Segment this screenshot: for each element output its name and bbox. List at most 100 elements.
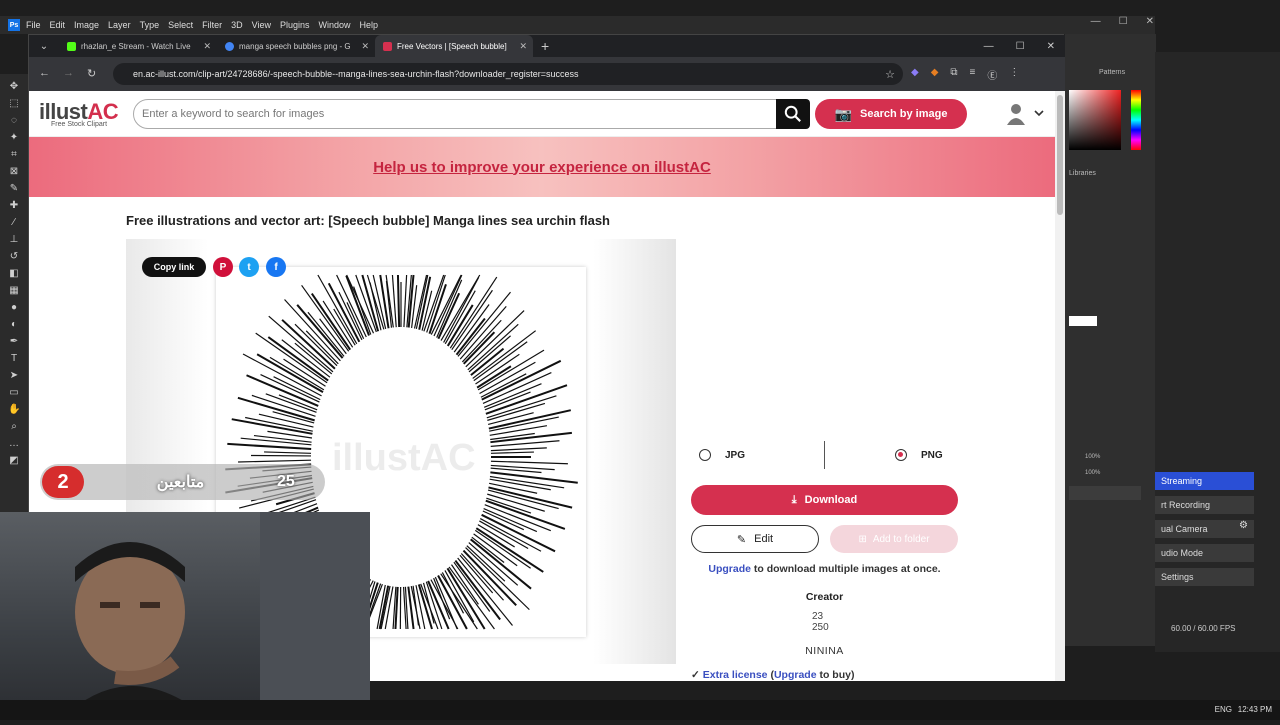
lasso-tool-icon[interactable]: ◌ [8,114,20,127]
tab-illustac[interactable]: Free Vectors | [Speech bubble] ✕ [375,35,533,57]
reading-list-icon[interactable]: ≡ [970,67,976,82]
settings-button[interactable]: Settings [1155,568,1254,586]
format-jpg-option[interactable]: JPG [699,449,745,461]
format-png-option[interactable]: PNG [895,449,943,461]
zoom-tool-icon[interactable]: ⌕ [8,420,20,433]
ps-menu-select[interactable]: Select [168,20,193,30]
eraser-tool-icon[interactable]: ◧ [8,267,20,280]
ps-menu-3d[interactable]: 3D [231,20,243,30]
facebook-icon[interactable]: f [266,257,286,277]
tab-search-icon[interactable]: ⌄ [29,41,59,52]
eyedropper-tool-icon[interactable]: ✎ [8,182,20,195]
close-tab-icon[interactable]: ✕ [361,41,369,52]
ps-menu-file[interactable]: File [26,20,41,30]
edit-button[interactable]: ✎ Edit [691,525,819,553]
maximize-icon[interactable]: ☐ [1016,41,1025,52]
hue-slider[interactable] [1131,90,1141,150]
marquee-tool-icon[interactable]: ⬚ [8,97,20,110]
ps-menu-help[interactable]: Help [360,20,379,30]
photoshop-app-icon[interactable]: Ps [8,19,20,31]
ps-menu-filter[interactable]: Filter [202,20,222,30]
add-to-folder-button[interactable]: ⊞ Add to folder [830,525,958,553]
bookmark-star-icon[interactable]: ☆ [885,68,895,81]
close-tab-icon[interactable]: ✕ [203,41,211,52]
healing-tool-icon[interactable]: ✚ [8,199,20,212]
path-select-tool-icon[interactable]: ➤ [8,369,20,382]
stamp-tool-icon[interactable]: ⊥ [8,233,20,246]
ps-maximize-icon[interactable]: ☐ [1119,16,1128,27]
ps-menu-layer[interactable]: Layer [108,20,131,30]
minimize-icon[interactable]: — [984,41,994,52]
url-bar[interactable]: en.ac-illust.com/clip-art/24728686/-spee… [113,63,903,85]
ps-close-icon[interactable]: ✕ [1146,16,1154,27]
type-tool-icon[interactable]: T [8,352,20,365]
extension-icon[interactable]: ◆ [931,67,939,82]
search-by-image-button[interactable]: 📷 Search by image [815,99,967,129]
shape-tool-icon[interactable]: ▭ [8,386,20,399]
scrollbar-thumb[interactable] [1057,95,1063,215]
profile-avatar-icon[interactable]: Ⓔ [987,67,997,82]
crop-tool-icon[interactable]: ⌗ [8,148,20,161]
fill-value[interactable]: 100% [1085,470,1100,476]
ps-menu-edit[interactable]: Edit [50,20,66,30]
search-input[interactable]: Enter a keyword to search for images [133,99,777,129]
extra-license-link[interactable]: Extra license [703,669,768,681]
panel-swatch[interactable] [1069,316,1097,326]
menu-kebab-icon[interactable]: ⋮ [1009,67,1019,82]
brush-tool-icon[interactable]: ∕ [8,216,20,229]
start-recording-button[interactable]: rt Recording [1155,496,1254,514]
user-menu[interactable] [1005,101,1045,127]
history-brush-icon[interactable]: ↺ [8,250,20,263]
opacity-value[interactable]: 100% [1085,454,1100,460]
ps-menu-window[interactable]: Window [319,20,351,30]
pen-tool-icon[interactable]: ✒ [8,335,20,348]
clock[interactable]: 12:43 PM [1238,705,1272,714]
color-swatch-icon[interactable]: ◩ [8,454,20,467]
gear-icon[interactable]: ⚙ [1239,520,1254,538]
gradient-tool-icon[interactable]: ▦ [8,284,20,297]
close-tab-icon[interactable]: ✕ [519,41,527,52]
extensions-puzzle-icon[interactable]: ⧉ [950,67,957,82]
reload-icon[interactable]: ↻ [87,67,96,80]
flash-line [491,461,568,464]
upgrade-link[interactable]: Upgrade [708,563,751,575]
extension-icon[interactable]: ◆ [911,67,919,82]
new-tab-icon[interactable]: + [541,38,549,54]
back-icon[interactable]: ← [39,67,50,79]
ps-menu-view[interactable]: View [252,20,271,30]
ps-menu-type[interactable]: Type [140,20,160,30]
ps-menu-plugins[interactable]: Plugins [280,20,310,30]
extra-upgrade-link[interactable]: Upgrade [774,669,817,681]
ps-menu-image[interactable]: Image [74,20,99,30]
creator-name[interactable]: NININA [691,645,958,657]
tab-kick-stream[interactable]: rhazlan_e Stream - Watch Live ✕ [59,35,217,57]
more-tools-icon[interactable]: … [8,437,20,450]
forward-icon[interactable]: → [63,67,74,79]
copy-link-button[interactable]: Copy link [142,257,206,277]
color-picker-field[interactable] [1069,90,1121,150]
search-button[interactable] [776,99,810,129]
close-window-icon[interactable]: ✕ [1047,41,1055,52]
png-radio[interactable] [895,449,907,461]
frame-tool-icon[interactable]: ⊠ [8,165,20,178]
layer-row[interactable] [1069,486,1141,500]
tab-google-search[interactable]: manga speech bubbles png - G ✕ [217,35,375,57]
hand-tool-icon[interactable]: ✋ [8,403,20,416]
dodge-tool-icon[interactable]: ◐ [8,318,20,331]
studio-mode-button[interactable]: udio Mode [1155,544,1254,562]
feedback-link[interactable]: Help us to improve your experience on il… [373,159,711,176]
libraries-tab[interactable]: Libraries [1069,170,1096,177]
jpg-radio[interactable] [699,449,711,461]
move-tool-icon[interactable]: ✥ [8,80,20,93]
blur-tool-icon[interactable]: ● [8,301,20,314]
ps-minimize-icon[interactable]: — [1091,16,1101,27]
start-streaming-button[interactable]: Streaming [1155,472,1254,490]
pinterest-icon[interactable]: P [213,257,233,277]
patterns-tab[interactable]: Patterns [1099,69,1125,76]
download-button[interactable]: ⤓ Download [691,485,958,515]
photoshop-menubar: Ps File Edit Image Layer Type Select Fil… [0,16,1155,34]
creator-avatar[interactable]: 23 250 [812,611,836,633]
language-indicator[interactable]: ENG [1215,705,1232,714]
magic-wand-tool-icon[interactable]: ✦ [8,131,20,144]
twitter-icon[interactable]: t [239,257,259,277]
